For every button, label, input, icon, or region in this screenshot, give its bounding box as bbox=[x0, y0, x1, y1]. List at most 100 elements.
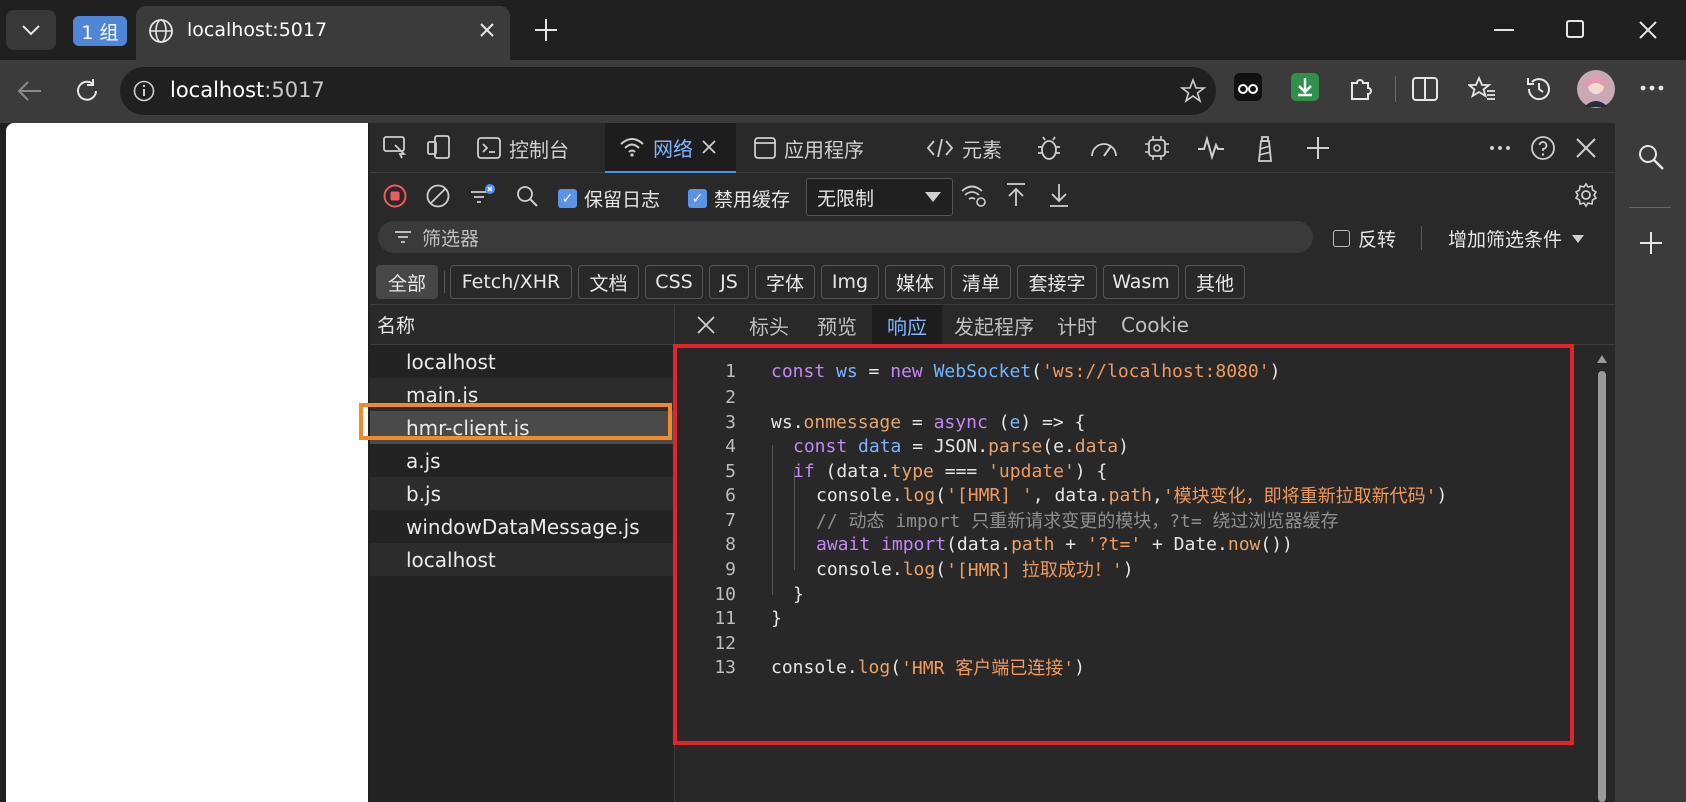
application-icon bbox=[754, 137, 776, 159]
site-info-icon[interactable] bbox=[133, 80, 155, 102]
name-column-header[interactable]: 名称 bbox=[370, 305, 674, 345]
throttling-select[interactable]: 无限制 bbox=[806, 178, 953, 216]
close-window-icon[interactable] bbox=[1638, 20, 1658, 40]
search-icon[interactable] bbox=[515, 184, 539, 208]
tab-group-badge[interactable]: 1 组 bbox=[73, 16, 127, 46]
chip-js[interactable]: JS bbox=[709, 265, 749, 299]
code-scrollbar[interactable] bbox=[1596, 351, 1608, 802]
filter-input[interactable]: 筛选器 bbox=[378, 221, 1313, 253]
bug-icon[interactable] bbox=[1036, 135, 1062, 161]
request-row[interactable]: a.js bbox=[370, 444, 674, 477]
search-icon[interactable] bbox=[1637, 143, 1665, 171]
favorites-icon[interactable] bbox=[1468, 75, 1496, 103]
history-icon[interactable] bbox=[1525, 75, 1553, 103]
tab-cookie[interactable]: Cookie bbox=[1110, 305, 1200, 345]
chip-socket[interactable]: 套接字 bbox=[1017, 265, 1097, 299]
export-har-icon[interactable] bbox=[1047, 182, 1071, 208]
extensions-puzzle-icon[interactable] bbox=[1347, 74, 1375, 102]
chip-manifest[interactable]: 清单 bbox=[951, 265, 1011, 299]
minimize-icon[interactable] bbox=[1494, 28, 1514, 32]
disable-cache-label: 禁用缓存 bbox=[714, 189, 791, 211]
tab-network[interactable]: 网络 bbox=[605, 123, 736, 173]
request-row[interactable]: b.js bbox=[370, 477, 674, 510]
help-icon[interactable] bbox=[1530, 135, 1556, 161]
scrollbar-thumb[interactable] bbox=[1598, 371, 1606, 802]
invert-label: 反转 bbox=[1358, 229, 1397, 251]
tab-headers[interactable]: 标头 bbox=[736, 305, 802, 345]
browser-tab[interactable]: localhost:5017 bbox=[136, 6, 510, 60]
tab-elements[interactable]: 元素 bbox=[926, 123, 1016, 173]
import-har-icon[interactable] bbox=[1004, 182, 1028, 208]
download-extension-icon[interactable] bbox=[1290, 72, 1320, 102]
network-conditions-icon[interactable] bbox=[960, 183, 988, 209]
inspect-element-icon[interactable] bbox=[382, 135, 408, 159]
chip-font[interactable]: 字体 bbox=[755, 265, 815, 299]
tab-initiator[interactable]: 发起程序 bbox=[944, 305, 1044, 345]
scroll-up-icon[interactable] bbox=[1597, 355, 1607, 363]
chip-wasm[interactable]: Wasm bbox=[1103, 265, 1179, 299]
tab-title: localhost:5017 bbox=[187, 19, 328, 41]
close-devtools-icon[interactable] bbox=[1575, 137, 1597, 159]
request-row[interactable]: localhost bbox=[370, 345, 674, 378]
chip-media[interactable]: 媒体 bbox=[885, 265, 945, 299]
address-bar[interactable]: localhost:5017 bbox=[120, 67, 1216, 115]
close-detail-icon[interactable] bbox=[696, 315, 716, 335]
caret-down-icon bbox=[925, 192, 941, 202]
more-filters-dropdown[interactable]: 增加筛选条件 bbox=[1448, 225, 1585, 252]
preserve-log-checkbox[interactable]: ✓ 保留日志 bbox=[558, 185, 660, 212]
filter-settings-icon[interactable] bbox=[469, 182, 497, 208]
resource-type-filters: 全部 Fetch/XHR 文档 CSS JS 字体 Img 媒体 清单 套接字 … bbox=[370, 259, 1615, 305]
chip-other[interactable]: 其他 bbox=[1185, 265, 1245, 299]
add-tool-icon[interactable] bbox=[1305, 135, 1331, 161]
request-row[interactable]: windowDataMessage.js bbox=[370, 510, 674, 543]
url-text: localhost:5017 bbox=[170, 78, 325, 102]
performance-gauge-icon[interactable] bbox=[1089, 136, 1119, 158]
favorite-star-icon[interactable] bbox=[1180, 78, 1206, 104]
tab-timing[interactable]: 计时 bbox=[1046, 305, 1108, 345]
chip-img[interactable]: Img bbox=[821, 265, 879, 299]
tab-actions-button[interactable] bbox=[6, 10, 56, 50]
sidebar-divider bbox=[1629, 207, 1671, 208]
tab-elements-label: 元素 bbox=[962, 137, 1002, 162]
request-list: 名称 localhost main.js hmr-client.js a.js … bbox=[370, 305, 675, 802]
profile-avatar[interactable] bbox=[1576, 69, 1616, 109]
lighthouse-icon[interactable] bbox=[1252, 133, 1278, 163]
close-tab-icon[interactable] bbox=[701, 139, 717, 155]
device-emulation-icon[interactable] bbox=[426, 134, 452, 160]
tab-preview[interactable]: 预览 bbox=[804, 305, 870, 345]
extension-glasses-icon[interactable] bbox=[1233, 72, 1263, 102]
chip-all[interactable]: 全部 bbox=[376, 265, 438, 299]
chevron-down-icon bbox=[21, 24, 41, 36]
devtools-more-icon[interactable] bbox=[1489, 145, 1511, 151]
chip-divider bbox=[444, 271, 445, 293]
activity-pulse-icon[interactable] bbox=[1196, 135, 1226, 161]
clear-icon[interactable] bbox=[426, 184, 450, 208]
split-screen-icon[interactable] bbox=[1411, 76, 1439, 102]
tab-console[interactable]: 控制台 bbox=[465, 123, 575, 173]
chip-fetch-xhr[interactable]: Fetch/XHR bbox=[450, 265, 572, 299]
detail-tab-bar: 标头 预览 响应 发起程序 计时 Cookie bbox=[676, 305, 1615, 345]
maximize-icon[interactable] bbox=[1566, 20, 1584, 38]
tab-application[interactable]: 应用程序 bbox=[754, 123, 894, 173]
disable-cache-checkbox[interactable]: ✓ 禁用缓存 bbox=[688, 185, 790, 212]
cpu-chip-icon[interactable] bbox=[1143, 134, 1171, 162]
new-tab-icon[interactable] bbox=[533, 17, 559, 43]
filter-divider bbox=[1421, 226, 1422, 250]
code-brackets-icon bbox=[926, 137, 954, 159]
network-settings-gear-icon[interactable] bbox=[1573, 182, 1599, 208]
checkmark-icon: ✓ bbox=[558, 189, 577, 208]
chip-css[interactable]: CSS bbox=[645, 265, 703, 299]
refresh-icon[interactable] bbox=[74, 78, 100, 104]
stop-recording-icon[interactable] bbox=[383, 184, 407, 208]
back-arrow-icon[interactable] bbox=[17, 80, 43, 102]
add-sidebar-app-icon[interactable] bbox=[1638, 230, 1664, 256]
wifi-icon bbox=[619, 137, 645, 157]
tab-response[interactable]: 响应 bbox=[872, 305, 942, 345]
chip-document[interactable]: 文档 bbox=[578, 265, 639, 299]
filter-lines-icon bbox=[394, 230, 412, 244]
invert-checkbox[interactable]: 反转 bbox=[1333, 225, 1396, 252]
more-menu-icon[interactable] bbox=[1640, 85, 1664, 91]
url-port: :5017 bbox=[264, 78, 325, 102]
request-row[interactable]: localhost bbox=[370, 543, 674, 576]
close-tab-icon[interactable] bbox=[478, 21, 496, 39]
